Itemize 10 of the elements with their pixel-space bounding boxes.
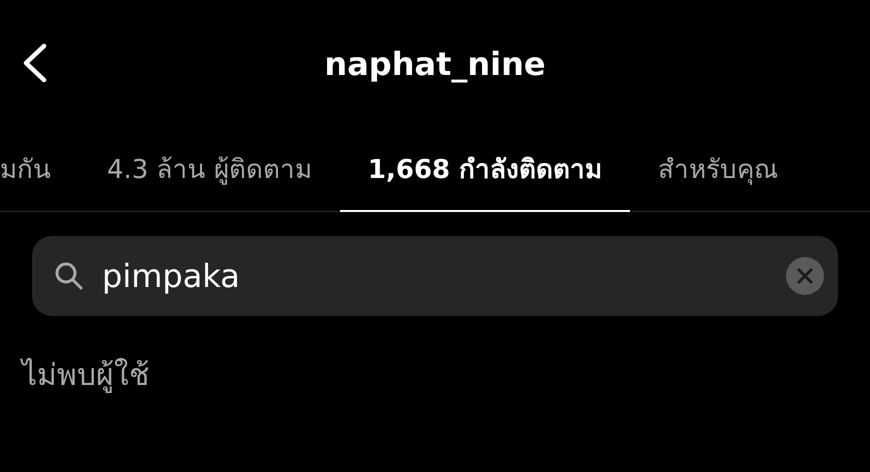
search-bar[interactable]: pimpaka — [32, 236, 838, 316]
clear-icon[interactable] — [786, 257, 824, 295]
no-results-message: ไม่พบผู้ใช้ — [22, 358, 149, 393]
search-icon — [54, 261, 84, 291]
search-field[interactable]: pimpaka — [102, 252, 768, 300]
tab[interactable]: สำหรับคุณ — [630, 130, 806, 212]
tab[interactable]: 4.3 ล้าน ผู้ติดตาม — [79, 130, 340, 212]
tab[interactable]: มกัน — [0, 130, 79, 212]
tab[interactable]: 1,668 กำลังติดตาม — [340, 130, 630, 212]
profile-username: naphat_nine — [324, 45, 546, 83]
